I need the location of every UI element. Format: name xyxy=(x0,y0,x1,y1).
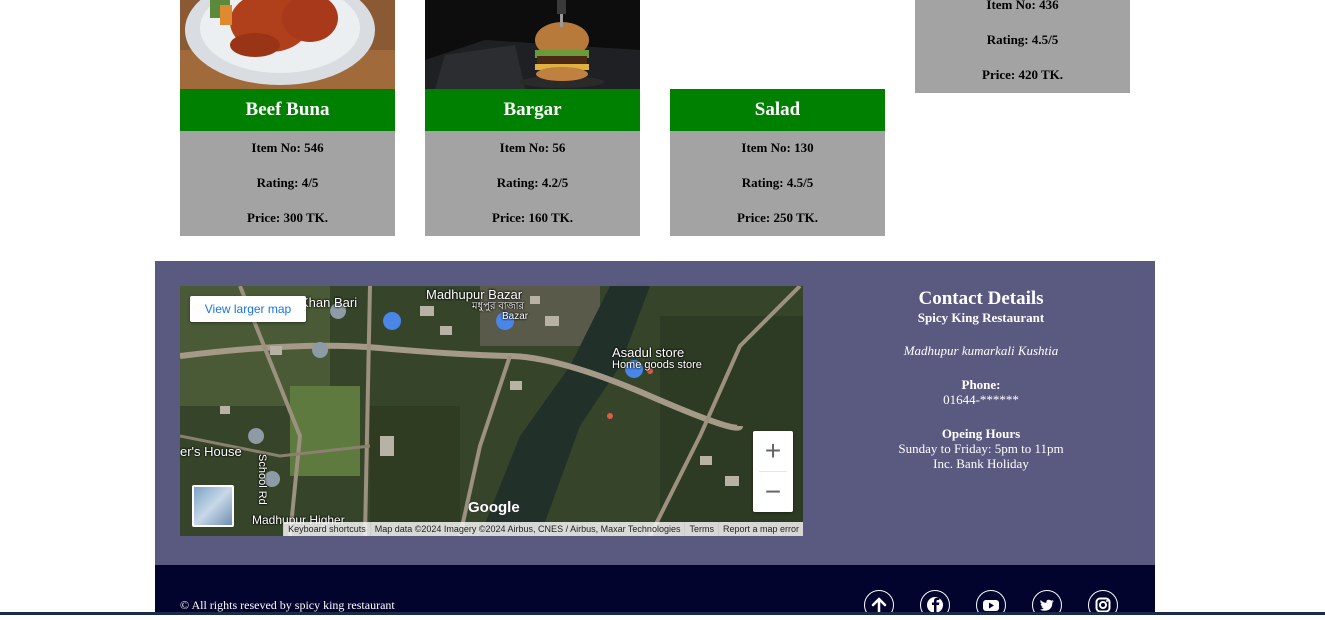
zoom-in-button[interactable]: + xyxy=(753,431,793,471)
item-price: Price: 420 TK. xyxy=(982,67,1063,82)
map-label-house: er's House xyxy=(180,444,242,459)
facebook-icon[interactable] xyxy=(920,590,950,620)
zoom-out-button[interactable]: − xyxy=(753,472,793,512)
item-number: Item No: 130 xyxy=(741,140,814,155)
holiday-note: Inc. Bank Holiday xyxy=(933,456,1029,471)
phone-number: 01644-****** xyxy=(943,392,1019,407)
map-zoom-controls: + − xyxy=(753,431,793,512)
contact-details: Contact Details Spicy King Restaurant Ma… xyxy=(855,286,1107,471)
bargar-title: Bargar xyxy=(425,89,640,131)
item-rating: Rating: 4.5/5 xyxy=(741,175,814,190)
map-label-school-rd: School Rd xyxy=(256,454,268,505)
map-layer-toggle[interactable] xyxy=(192,485,234,527)
arrow-up-icon[interactable] xyxy=(864,590,894,620)
beef-buna-info: Item No: 546 Rating: 4/5 Price: 300 TK. xyxy=(180,131,395,236)
instagram-icon[interactable] xyxy=(1088,590,1118,620)
salad-image xyxy=(670,0,885,89)
salad-title: Salad xyxy=(670,89,885,131)
salad-info: Item No: 130 Rating: 4.5/5 Price: 250 TK… xyxy=(670,131,885,236)
restaurant-name: Spicy King Restaurant xyxy=(917,310,1045,325)
footer: © All rights reseved by spicy king resta… xyxy=(155,565,1155,620)
item-number: Item No: 546 xyxy=(251,140,324,155)
item-price: Price: 160 TK. xyxy=(492,210,573,225)
item-price: Price: 250 TK. xyxy=(737,210,818,225)
youtube-icon[interactable] xyxy=(976,590,1006,620)
menu-card-beef-buna: Beef Buna Item No: 546 Rating: 4/5 Price… xyxy=(180,0,395,236)
phone-label: Phone: xyxy=(961,377,1001,392)
terms-link[interactable]: Terms xyxy=(684,522,718,536)
report-map-error-link[interactable]: Report a map error xyxy=(717,522,803,536)
map-data-text: Map data ©2024 Imagery ©2024 Airbus, CNE… xyxy=(369,522,685,536)
embedded-map[interactable]: Khan Bari Madhupur Bazar মধুপুর বাজার Ba… xyxy=(180,286,803,536)
map-label-home-goods: Home goods store xyxy=(612,359,702,371)
opening-hours-label: Opeing Hours xyxy=(941,426,1021,441)
menu-card-bargar: Bargar Item No: 56 Rating: 4.2/5 Price: … xyxy=(425,0,640,236)
item-number: Item No: 436 xyxy=(986,0,1059,12)
map-label-asadul-store: Asadul store xyxy=(612,345,685,360)
contact-heading: Contact Details xyxy=(918,288,1044,309)
menu-card-salad: Salad Item No: 130 Rating: 4.5/5 Price: … xyxy=(670,0,885,236)
opening-hours: Sunday to Friday: 5pm to 11pm xyxy=(898,441,1064,456)
view-larger-map-link[interactable]: View larger map xyxy=(190,296,306,322)
bargar-info: Item No: 56 Rating: 4.2/5 Price: 160 TK. xyxy=(425,131,640,236)
item-price: Price: 300 TK. xyxy=(247,210,328,225)
item-number: Item No: 56 xyxy=(499,140,566,155)
copyright-text: © All rights reseved by spicy king resta… xyxy=(180,598,395,612)
map-label-bazar: Bazar xyxy=(502,311,529,322)
beef-buna-image xyxy=(180,0,395,89)
bargar-image xyxy=(425,0,640,89)
keyboard-shortcuts-link[interactable]: Keyboard shortcuts xyxy=(283,522,370,536)
twitter-icon[interactable] xyxy=(1032,590,1062,620)
item-rating: Rating: 4.5/5 xyxy=(986,32,1059,47)
google-logo: Google xyxy=(468,499,520,516)
contact-section: Khan Bari Madhupur Bazar মধুপুর বাজার Ba… xyxy=(155,261,1155,565)
beef-buna-title: Beef Buna xyxy=(180,89,395,131)
menu-card-top-info: Item No: 436 Rating: 4.5/5 Price: 420 TK… xyxy=(915,0,1130,93)
map-attribution: Keyboard shortcuts Map data ©2024 Imager… xyxy=(283,522,803,536)
item-rating: Rating: 4.2/5 xyxy=(496,175,569,190)
map-label-khan-bari: Khan Bari xyxy=(300,295,358,310)
restaurant-address: Madhupur kumarkali Kushtia xyxy=(903,343,1059,358)
item-rating: Rating: 4/5 xyxy=(256,175,319,190)
